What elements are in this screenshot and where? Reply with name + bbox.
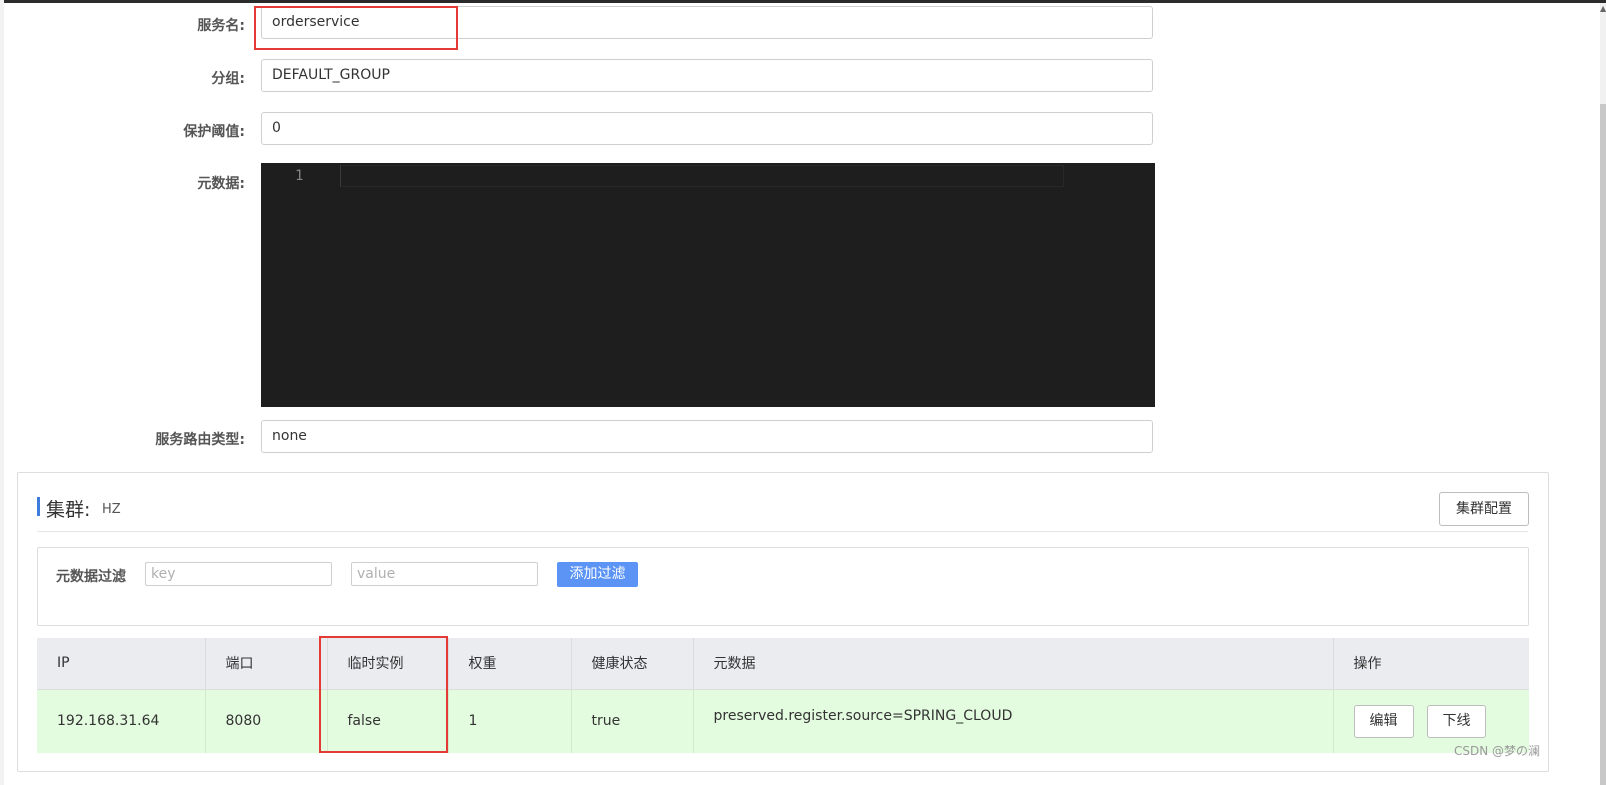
left-edge (0, 0, 4, 785)
cell-weight: 1 (448, 688, 572, 753)
protect-threshold-field[interactable]: 0 (261, 112, 1153, 145)
highlight-box-service-name (254, 6, 458, 50)
watermark: CSDN @梦の澜 (1454, 744, 1541, 758)
add-filter-button[interactable]: 添加过滤 (557, 562, 638, 587)
metadata-code-editor[interactable]: 1 (261, 163, 1155, 407)
scroll-up-arrow-icon[interactable]: ▲ (1600, 4, 1606, 14)
service-name-label: 服务名: (197, 18, 245, 34)
scrollbar-thumb[interactable] (1600, 104, 1606, 785)
table-row: 192.168.31.64 8080 false 1 true preserve… (37, 688, 1529, 753)
cell-port: 8080 (205, 688, 328, 753)
column-header-port: 端口 (205, 638, 328, 689)
cluster-name: HZ (102, 502, 121, 517)
metadata-filter-box (37, 547, 1529, 626)
cluster-header-divider (37, 531, 1528, 532)
cell-health: true (571, 688, 694, 753)
cluster-config-button[interactable]: 集群配置 (1439, 492, 1529, 526)
table-header-row: IP 端口 临时实例 权重 健康状态 元数据 操作 (37, 638, 1529, 689)
cluster-title-accent-bar (37, 497, 40, 516)
column-header-health: 健康状态 (571, 638, 694, 689)
cluster-title: 集群: (46, 499, 91, 521)
editor-line-number: 1 (295, 168, 304, 184)
route-type-label: 服务路由类型: (155, 432, 245, 448)
offline-button[interactable]: 下线 (1426, 704, 1486, 738)
editor-current-line[interactable] (340, 165, 1064, 187)
filter-key-input[interactable]: key (145, 562, 332, 586)
route-type-field[interactable]: none (261, 420, 1153, 453)
highlight-box-ephemeral (319, 636, 448, 753)
column-header-ip: IP (37, 638, 206, 689)
protect-threshold-label: 保护阈值: (183, 124, 245, 140)
column-header-metadata: 元数据 (693, 638, 1334, 689)
edit-button[interactable]: 编辑 (1353, 704, 1414, 738)
group-field[interactable]: DEFAULT_GROUP (261, 59, 1153, 92)
cell-metadata: preserved.register.source=SPRING_CLOUD (693, 688, 1334, 753)
window-top-border (0, 0, 1606, 3)
column-header-actions: 操作 (1333, 638, 1529, 689)
cell-ip: 192.168.31.64 (37, 688, 206, 753)
metadata-filter-label: 元数据过滤 (56, 569, 126, 585)
instances-table: IP 端口 临时实例 权重 健康状态 元数据 操作 192.168.31.64 … (37, 638, 1529, 753)
column-header-weight: 权重 (448, 638, 572, 689)
filter-value-input[interactable]: value (351, 562, 538, 586)
metadata-label: 元数据: (197, 176, 245, 192)
group-label: 分组: (211, 71, 245, 87)
